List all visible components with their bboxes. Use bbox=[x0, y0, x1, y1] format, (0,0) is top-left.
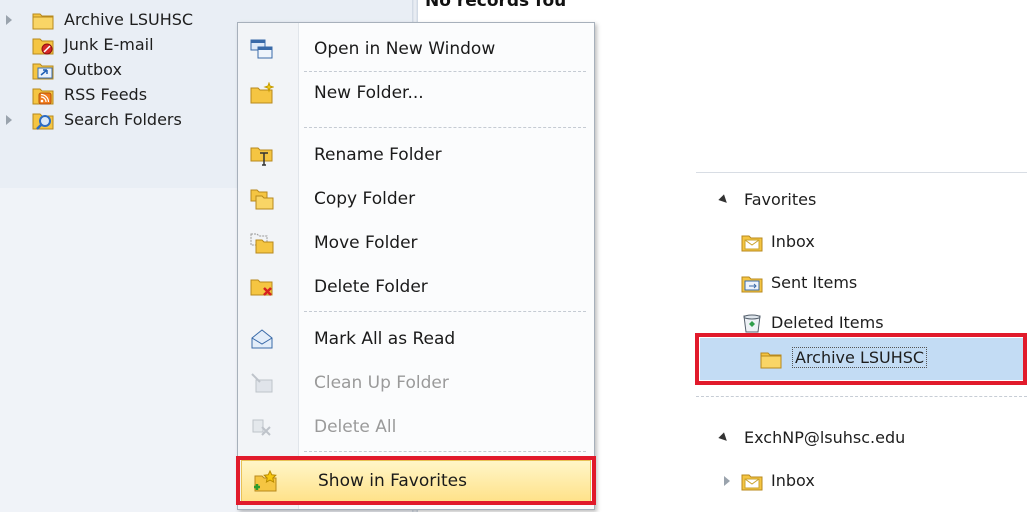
clean-up-folder-icon bbox=[251, 373, 273, 393]
favorites-header-label: Favorites bbox=[744, 190, 817, 209]
open-new-window-icon bbox=[250, 39, 273, 59]
menu-item-label: Mark All as Read bbox=[314, 329, 456, 349]
menu-item-label: Rename Folder bbox=[314, 145, 442, 165]
folder-label: Sent Items bbox=[771, 273, 858, 292]
highlight-box bbox=[695, 333, 1027, 385]
folder-label: Inbox bbox=[771, 232, 815, 251]
menu-item-copy-folder[interactable]: Copy Folder bbox=[238, 179, 594, 219]
menu-item-label: Copy Folder bbox=[314, 189, 416, 209]
menu-item-delete-all: Delete All bbox=[238, 407, 594, 447]
menu-item-delete-folder[interactable]: Delete Folder bbox=[238, 267, 594, 307]
new-folder-icon bbox=[250, 82, 274, 104]
inbox-icon bbox=[741, 235, 763, 252]
inbox-icon bbox=[741, 474, 763, 491]
menu-item-move-folder[interactable]: Move Folder bbox=[238, 223, 594, 263]
context-menu: Open in New Window New Folder... Rename … bbox=[237, 22, 595, 510]
highlight-box bbox=[236, 456, 596, 505]
folder-label: Inbox bbox=[771, 471, 815, 490]
folder-rss-feeds[interactable]: RSS Feeds bbox=[0, 83, 240, 109]
mark-all-read-icon bbox=[251, 329, 273, 349]
menu-separator bbox=[304, 451, 586, 452]
account-header-label: ExchNP@lsuhsc.edu bbox=[744, 428, 906, 447]
folder-archive-lsuhsc[interactable]: Archive LSUHSC bbox=[0, 8, 240, 34]
menu-item-open-in-new-window[interactable]: Open in New Window bbox=[238, 29, 594, 69]
menu-item-label: Move Folder bbox=[314, 233, 418, 253]
folder-icon bbox=[32, 13, 54, 30]
rename-folder-icon bbox=[250, 147, 273, 166]
move-folder-icon bbox=[250, 233, 274, 254]
copy-folder-icon bbox=[250, 189, 274, 210]
delete-all-icon bbox=[252, 419, 271, 436]
menu-item-new-folder[interactable]: New Folder... bbox=[238, 73, 594, 113]
menu-item-clean-up-folder: Clean Up Folder bbox=[238, 363, 594, 403]
outbox-icon bbox=[32, 63, 54, 80]
expand-arrow-icon[interactable] bbox=[6, 15, 12, 25]
folder-junk-email[interactable]: Junk E-mail bbox=[0, 33, 240, 59]
menu-separator bbox=[304, 127, 586, 128]
menu-item-rename-folder[interactable]: Rename Folder bbox=[238, 135, 594, 175]
folder-label: Search Folders bbox=[64, 110, 182, 129]
expand-arrow-icon[interactable] bbox=[6, 115, 12, 125]
menu-item-label: Delete All bbox=[314, 417, 397, 437]
delete-folder-icon bbox=[250, 279, 273, 296]
menu-item-label: New Folder... bbox=[314, 83, 424, 103]
junk-email-icon bbox=[32, 38, 54, 55]
search-folder-icon bbox=[32, 113, 54, 130]
deleted-items-icon bbox=[743, 314, 761, 333]
folder-label: RSS Feeds bbox=[64, 85, 148, 104]
menu-item-label: Open in New Window bbox=[314, 39, 496, 59]
folder-label: Junk E-mail bbox=[64, 35, 154, 54]
folder-outbox[interactable]: Outbox bbox=[0, 58, 240, 84]
rss-feeds-icon bbox=[32, 88, 54, 105]
folder-search-folders[interactable]: Search Folders bbox=[0, 108, 240, 134]
menu-separator bbox=[304, 311, 586, 312]
expand-arrow-icon[interactable] bbox=[724, 476, 730, 486]
menu-separator bbox=[304, 71, 586, 72]
status-text: No records fou bbox=[425, 0, 567, 11]
menu-item-label: Clean Up Folder bbox=[314, 373, 449, 393]
folder-label: Archive LSUHSC bbox=[64, 10, 194, 29]
menu-item-mark-all-as-read[interactable]: Mark All as Read bbox=[238, 319, 594, 359]
folder-label: Deleted Items bbox=[771, 313, 884, 332]
folder-label: Outbox bbox=[64, 60, 122, 79]
divider bbox=[696, 172, 1027, 173]
divider bbox=[696, 396, 1027, 397]
sent-items-icon bbox=[741, 276, 763, 293]
menu-item-label: Delete Folder bbox=[314, 277, 428, 297]
